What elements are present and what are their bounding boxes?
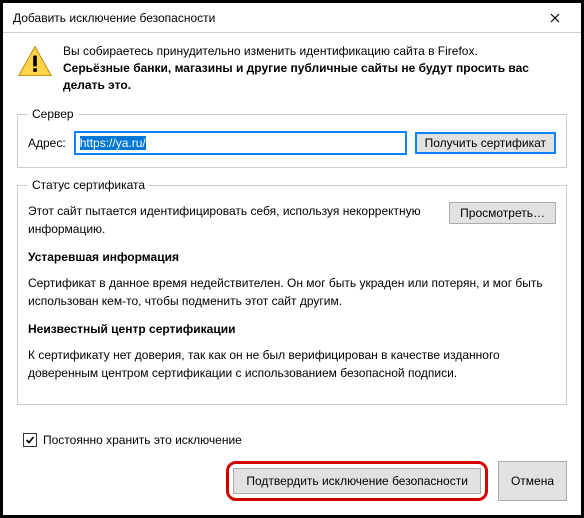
close-icon [550, 13, 560, 23]
warning-icon [17, 43, 53, 79]
permanent-checkbox[interactable] [23, 433, 37, 447]
warning-line2: Серьёзные банки, магазины и другие публи… [63, 60, 567, 94]
warning-line1: Вы собираетесь принудительно изменить ид… [63, 43, 567, 60]
warning-text: Вы собираетесь принудительно изменить ид… [63, 43, 567, 93]
status-identify-text: Этот сайт пытается идентифицировать себя… [28, 202, 439, 238]
view-certificate-button[interactable]: Просмотреть… [449, 202, 556, 224]
address-label: Адрес: [28, 136, 66, 150]
dialog-buttons: Подтвердить исключение безопасности Отме… [3, 461, 581, 515]
dialog-content: Вы собираетесь принудительно изменить ид… [3, 33, 581, 473]
stale-heading: Устаревшая информация [28, 248, 556, 266]
server-legend: Сервер [28, 107, 78, 121]
warning-section: Вы собираетесь принудительно изменить ид… [17, 43, 567, 93]
server-fieldset: Сервер Адрес: Получить сертификат [17, 107, 567, 168]
address-input[interactable] [74, 131, 407, 155]
cancel-button[interactable]: Отмена [498, 461, 567, 501]
status-fieldset: Статус сертификата Этот сайт пытается ид… [17, 178, 567, 405]
check-icon [25, 435, 35, 445]
confirm-highlight: Подтвердить исключение безопасности [226, 461, 488, 501]
permanent-checkbox-row[interactable]: Постоянно хранить это исключение [23, 433, 567, 447]
confirm-button[interactable]: Подтвердить исключение безопасности [233, 468, 481, 494]
permanent-checkbox-label: Постоянно хранить это исключение [43, 433, 242, 447]
close-button[interactable] [535, 7, 575, 29]
status-legend: Статус сертификата [28, 178, 149, 192]
window-title: Добавить исключение безопасности [13, 11, 215, 25]
titlebar: Добавить исключение безопасности [3, 3, 581, 33]
stale-text: Сертификат в данное время недействителен… [28, 274, 556, 310]
get-certificate-button[interactable]: Получить сертификат [415, 132, 556, 154]
unknown-ca-text: К сертификату нет доверия, так как он не… [28, 346, 556, 382]
unknown-ca-heading: Неизвестный центр сертификации [28, 320, 556, 338]
